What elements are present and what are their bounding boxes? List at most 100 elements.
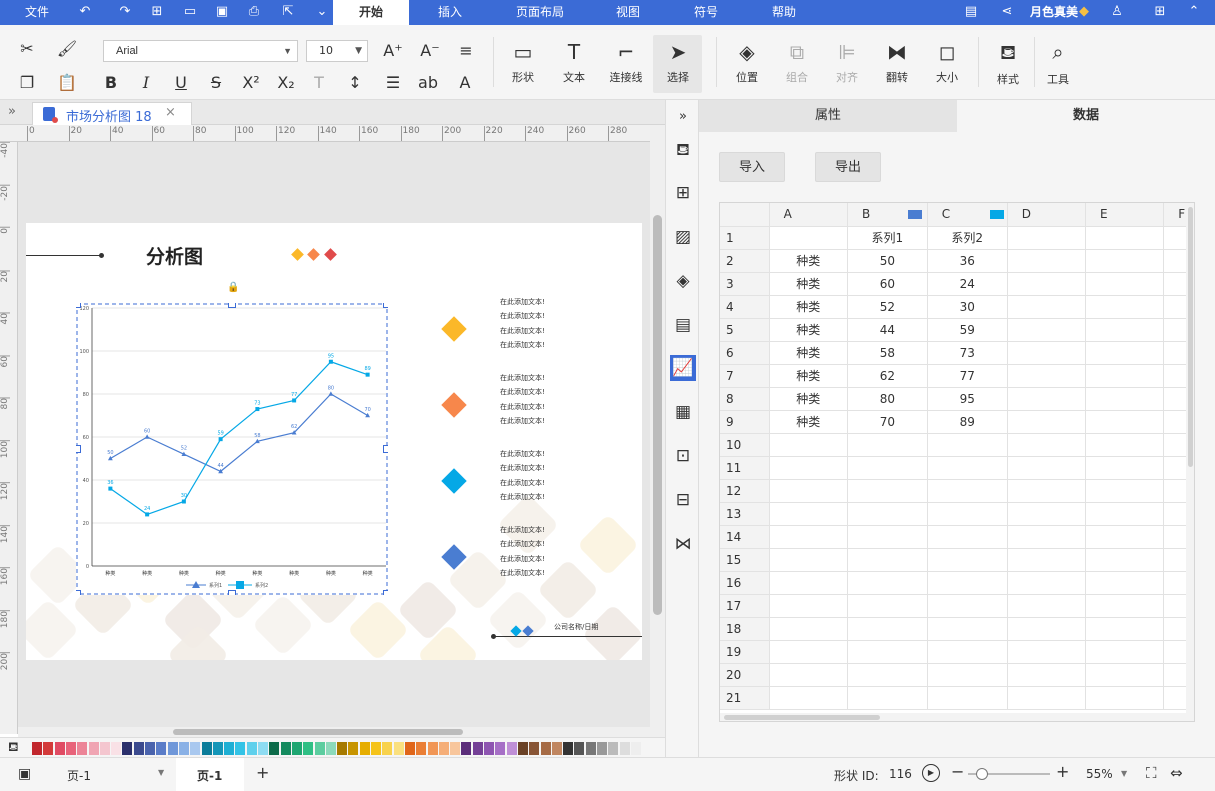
- size-icon[interactable]: ◻: [934, 39, 960, 65]
- scroll-thumb[interactable]: [653, 215, 662, 615]
- color-swatch[interactable]: [201, 742, 212, 755]
- resize-handle[interactable]: [76, 590, 81, 596]
- select-label[interactable]: 选择: [653, 69, 703, 85]
- flip-label[interactable]: 翻转: [872, 69, 922, 85]
- table-icon[interactable]: ▦: [670, 399, 696, 425]
- color-swatch[interactable]: [190, 742, 201, 755]
- color-swatch[interactable]: [348, 742, 359, 755]
- data-cell[interactable]: [847, 502, 928, 526]
- data-cell[interactable]: 44: [847, 318, 928, 342]
- row-number[interactable]: 3: [720, 272, 770, 296]
- data-cell[interactable]: [1007, 663, 1086, 687]
- data-cell[interactable]: 系列1: [847, 226, 928, 250]
- data-cell[interactable]: [769, 640, 848, 664]
- page-title[interactable]: 分析图: [146, 242, 203, 269]
- resize-handle[interactable]: [228, 303, 236, 308]
- data-cell[interactable]: [1007, 617, 1086, 641]
- row-number[interactable]: 21: [720, 686, 770, 710]
- page-view-icon[interactable]: ▣: [18, 766, 31, 782]
- style-label[interactable]: 样式: [983, 71, 1033, 87]
- data-cell[interactable]: [1007, 479, 1086, 503]
- data-cell[interactable]: [1007, 249, 1086, 273]
- data-point[interactable]: [181, 499, 186, 504]
- text-style-icon[interactable]: T: [308, 73, 330, 93]
- data-cell[interactable]: [847, 594, 928, 618]
- row-number[interactable]: 12: [720, 479, 770, 503]
- data-cell[interactable]: [769, 226, 848, 250]
- grid-vertical-scrollbar[interactable]: [1186, 203, 1194, 721]
- data-cell[interactable]: 24: [927, 272, 1008, 296]
- resize-handle[interactable]: [383, 445, 389, 453]
- data-cell[interactable]: 70: [847, 410, 928, 434]
- data-cell[interactable]: [927, 663, 1008, 687]
- data-cell[interactable]: [1085, 617, 1165, 641]
- import-button[interactable]: 导入: [719, 152, 785, 182]
- color-swatch[interactable]: [371, 742, 381, 755]
- data-cell[interactable]: [1085, 640, 1165, 664]
- data-cell[interactable]: 50: [847, 249, 928, 273]
- data-cell[interactable]: [1085, 318, 1165, 342]
- connector-icon[interactable]: ⌐: [613, 39, 639, 65]
- data-cell[interactable]: 种类: [769, 249, 848, 273]
- structure-icon[interactable]: ⊡: [670, 443, 696, 469]
- color-swatch[interactable]: [122, 742, 133, 755]
- color-swatch[interactable]: [314, 742, 325, 755]
- data-cell[interactable]: [1007, 410, 1086, 434]
- text-block-3[interactable]: 在此添加文本! 在此添加文本! 在此添加文本! 在此添加文本!: [500, 447, 560, 504]
- scroll-thumb[interactable]: [724, 715, 880, 720]
- data-cell[interactable]: [927, 502, 1008, 526]
- strikethrough-icon[interactable]: S: [205, 73, 227, 93]
- data-cell[interactable]: [1085, 525, 1165, 549]
- row-number[interactable]: 19: [720, 640, 770, 664]
- color-swatch[interactable]: [325, 742, 336, 755]
- color-swatch[interactable]: [495, 742, 506, 755]
- data-point[interactable]: [218, 437, 223, 442]
- data-cell[interactable]: [769, 525, 848, 549]
- tab-view[interactable]: 视图: [616, 0, 640, 25]
- color-swatch[interactable]: [133, 742, 144, 755]
- row-number[interactable]: 14: [720, 525, 770, 549]
- tab-start[interactable]: 开始: [333, 0, 409, 25]
- data-cell[interactable]: [769, 502, 848, 526]
- data-cell[interactable]: 52: [847, 295, 928, 319]
- data-cell[interactable]: [1007, 226, 1086, 250]
- add-page-icon[interactable]: +: [256, 763, 269, 782]
- data-cell[interactable]: 种类: [769, 410, 848, 434]
- highlight-icon[interactable]: ab: [417, 73, 439, 93]
- user-name[interactable]: 月色真美: [1030, 0, 1078, 25]
- color-swatch[interactable]: [540, 742, 551, 755]
- data-cell[interactable]: [769, 548, 848, 572]
- font-grow-icon[interactable]: A⁺: [382, 41, 404, 61]
- data-cell[interactable]: [769, 686, 848, 710]
- zoom-out-icon[interactable]: −: [951, 762, 964, 781]
- data-cell[interactable]: [1085, 663, 1165, 687]
- layers-icon[interactable]: ◈: [670, 268, 696, 294]
- data-cell[interactable]: [769, 571, 848, 595]
- data-cell[interactable]: [927, 640, 1008, 664]
- data-cell[interactable]: [1085, 502, 1165, 526]
- diagram-page[interactable]: 分析图 🔒 0 20 40 60 80 100 120 种类 种类 种类 种类 种类 种类 种类 种类 50 6…: [26, 223, 642, 660]
- play-icon[interactable]: ▶: [922, 764, 940, 782]
- row-number[interactable]: 1: [720, 226, 770, 250]
- color-swatch[interactable]: [337, 742, 348, 755]
- data-cell[interactable]: [1085, 594, 1165, 618]
- color-swatch[interactable]: [178, 742, 189, 755]
- data-point[interactable]: [145, 512, 150, 517]
- column-header-c[interactable]: C: [927, 203, 1008, 227]
- data-cell[interactable]: [1007, 525, 1086, 549]
- fill-bucket-icon[interactable]: ⛾: [995, 39, 1021, 65]
- chart-data-icon[interactable]: 📈: [670, 355, 696, 381]
- page-icon[interactable]: ▤: [670, 312, 696, 338]
- data-cell[interactable]: [1085, 226, 1165, 250]
- line-chart[interactable]: 020406080100120种类 种类 种类 种类 种类 种类 种类 种类506052445…: [76, 303, 388, 595]
- text-block-2[interactable]: 在此添加文本! 在此添加文本! 在此添加文本! 在此添加文本!: [500, 371, 560, 428]
- paste-icon[interactable]: 📋: [56, 73, 78, 93]
- align-text-icon[interactable]: ≡: [455, 41, 477, 61]
- company-date-text[interactable]: 公司名称/日期: [554, 622, 598, 632]
- file-menu[interactable]: 文件: [25, 0, 49, 25]
- color-swatch[interactable]: [382, 742, 393, 755]
- color-swatch[interactable]: [111, 742, 122, 755]
- data-cell[interactable]: [1085, 249, 1165, 273]
- data-cell[interactable]: [927, 548, 1008, 572]
- select-cursor-icon[interactable]: ➤: [665, 39, 691, 65]
